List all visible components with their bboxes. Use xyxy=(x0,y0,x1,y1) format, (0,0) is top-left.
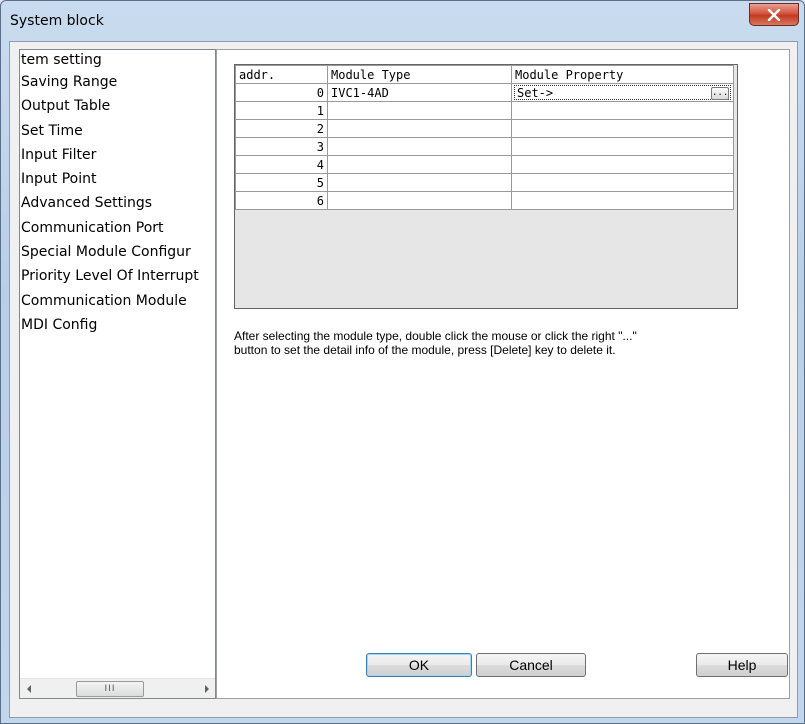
cell-addr: 5 xyxy=(235,173,328,192)
table-row[interactable]: 4 xyxy=(235,155,734,174)
tree-item[interactable]: Special Module Configur xyxy=(20,240,215,264)
tree-item[interactable]: Output Table xyxy=(20,94,215,118)
property-value: Set-> xyxy=(517,86,554,100)
cell-module-type[interactable] xyxy=(327,137,512,156)
tree-item[interactable]: tem setting xyxy=(20,50,215,70)
table-row[interactable]: 3 xyxy=(235,137,734,156)
table-row[interactable]: 5 xyxy=(235,173,734,192)
cell-addr: 0 xyxy=(235,83,328,102)
close-icon xyxy=(767,8,781,21)
property-focus-box: Set->... xyxy=(514,85,731,100)
tree-item[interactable]: Advanced Settings xyxy=(20,191,215,215)
tree-horizontal-scrollbar[interactable]: III xyxy=(20,678,215,698)
ok-button[interactable]: OK xyxy=(366,653,472,677)
scroll-right-button[interactable] xyxy=(198,679,215,698)
scroll-thumb-grip: III xyxy=(104,684,116,694)
tree-item[interactable]: MDI Config xyxy=(20,313,215,337)
tree-item[interactable]: Input Filter xyxy=(20,143,215,167)
tree-item[interactable]: Set Time xyxy=(20,119,215,143)
help-text-line-2: button to set the detail info of the mod… xyxy=(234,343,616,357)
header-module-property: Module Property xyxy=(511,65,734,84)
tree-item[interactable]: Input Point xyxy=(20,167,215,191)
grid-header-row: addr. Module Type Module Property xyxy=(235,65,734,84)
cell-module-property[interactable] xyxy=(511,137,734,156)
cell-module-property[interactable] xyxy=(511,119,734,138)
system-block-window: System block tem setting Saving Range Outp… xyxy=(0,0,805,724)
cell-module-property[interactable] xyxy=(511,191,734,210)
cell-addr: 1 xyxy=(235,101,328,120)
scroll-left-button[interactable] xyxy=(20,679,37,698)
cell-module-type[interactable]: IVC1-4AD xyxy=(327,83,512,102)
cell-addr: 2 xyxy=(235,119,328,138)
settings-tree-list: tem setting Saving Range Output Table Set T… xyxy=(20,50,215,678)
module-config-panel: addr. Module Type Module Property 0 IVC1-… xyxy=(216,49,790,699)
arrow-right-icon xyxy=(204,684,209,693)
module-property-ellipsis-button[interactable]: ... xyxy=(711,87,729,100)
module-grid-container: addr. Module Type Module Property 0 IVC1-… xyxy=(234,64,738,309)
cell-module-property[interactable]: Set->... xyxy=(511,83,734,102)
table-row[interactable]: 1 xyxy=(235,101,734,120)
table-row[interactable]: 2 xyxy=(235,119,734,138)
tree-item[interactable]: Communication Port xyxy=(20,216,215,240)
close-button[interactable] xyxy=(749,3,799,26)
cell-module-type[interactable] xyxy=(327,119,512,138)
cell-module-property[interactable] xyxy=(511,173,734,192)
header-addr: addr. xyxy=(235,65,328,84)
cell-module-property[interactable] xyxy=(511,155,734,174)
settings-tree: tem setting Saving Range Output Table Set T… xyxy=(19,49,216,699)
scroll-thumb[interactable]: III xyxy=(76,681,144,697)
arrow-left-icon xyxy=(26,684,31,693)
cancel-button[interactable]: Cancel xyxy=(476,653,586,677)
header-module-type: Module Type xyxy=(327,65,512,84)
window-title: System block xyxy=(10,13,104,29)
table-row[interactable]: 6 xyxy=(235,191,734,210)
help-text: After selecting the module type, double … xyxy=(234,329,774,357)
module-grid: addr. Module Type Module Property 0 IVC1-… xyxy=(235,65,734,210)
dialog-client-area: tem setting Saving Range Output Table Set T… xyxy=(9,41,798,718)
tree-item[interactable]: Priority Level Of Interrupt xyxy=(20,264,215,288)
help-button[interactable]: Help xyxy=(696,653,788,677)
table-row[interactable]: 0 IVC1-4AD Set->... xyxy=(235,83,734,102)
cell-addr: 6 xyxy=(235,191,328,210)
cell-addr: 3 xyxy=(235,137,328,156)
title-bar[interactable]: System block xyxy=(1,1,804,41)
cell-module-type[interactable] xyxy=(327,155,512,174)
tree-item[interactable]: Saving Range xyxy=(20,70,215,94)
cell-addr: 4 xyxy=(235,155,328,174)
help-text-line-1: After selecting the module type, double … xyxy=(234,329,637,343)
cell-module-type[interactable] xyxy=(327,101,512,120)
tree-item[interactable]: Communication Module xyxy=(20,289,215,313)
cell-module-type[interactable] xyxy=(327,173,512,192)
cell-module-property[interactable] xyxy=(511,101,734,120)
cell-module-type[interactable] xyxy=(327,191,512,210)
